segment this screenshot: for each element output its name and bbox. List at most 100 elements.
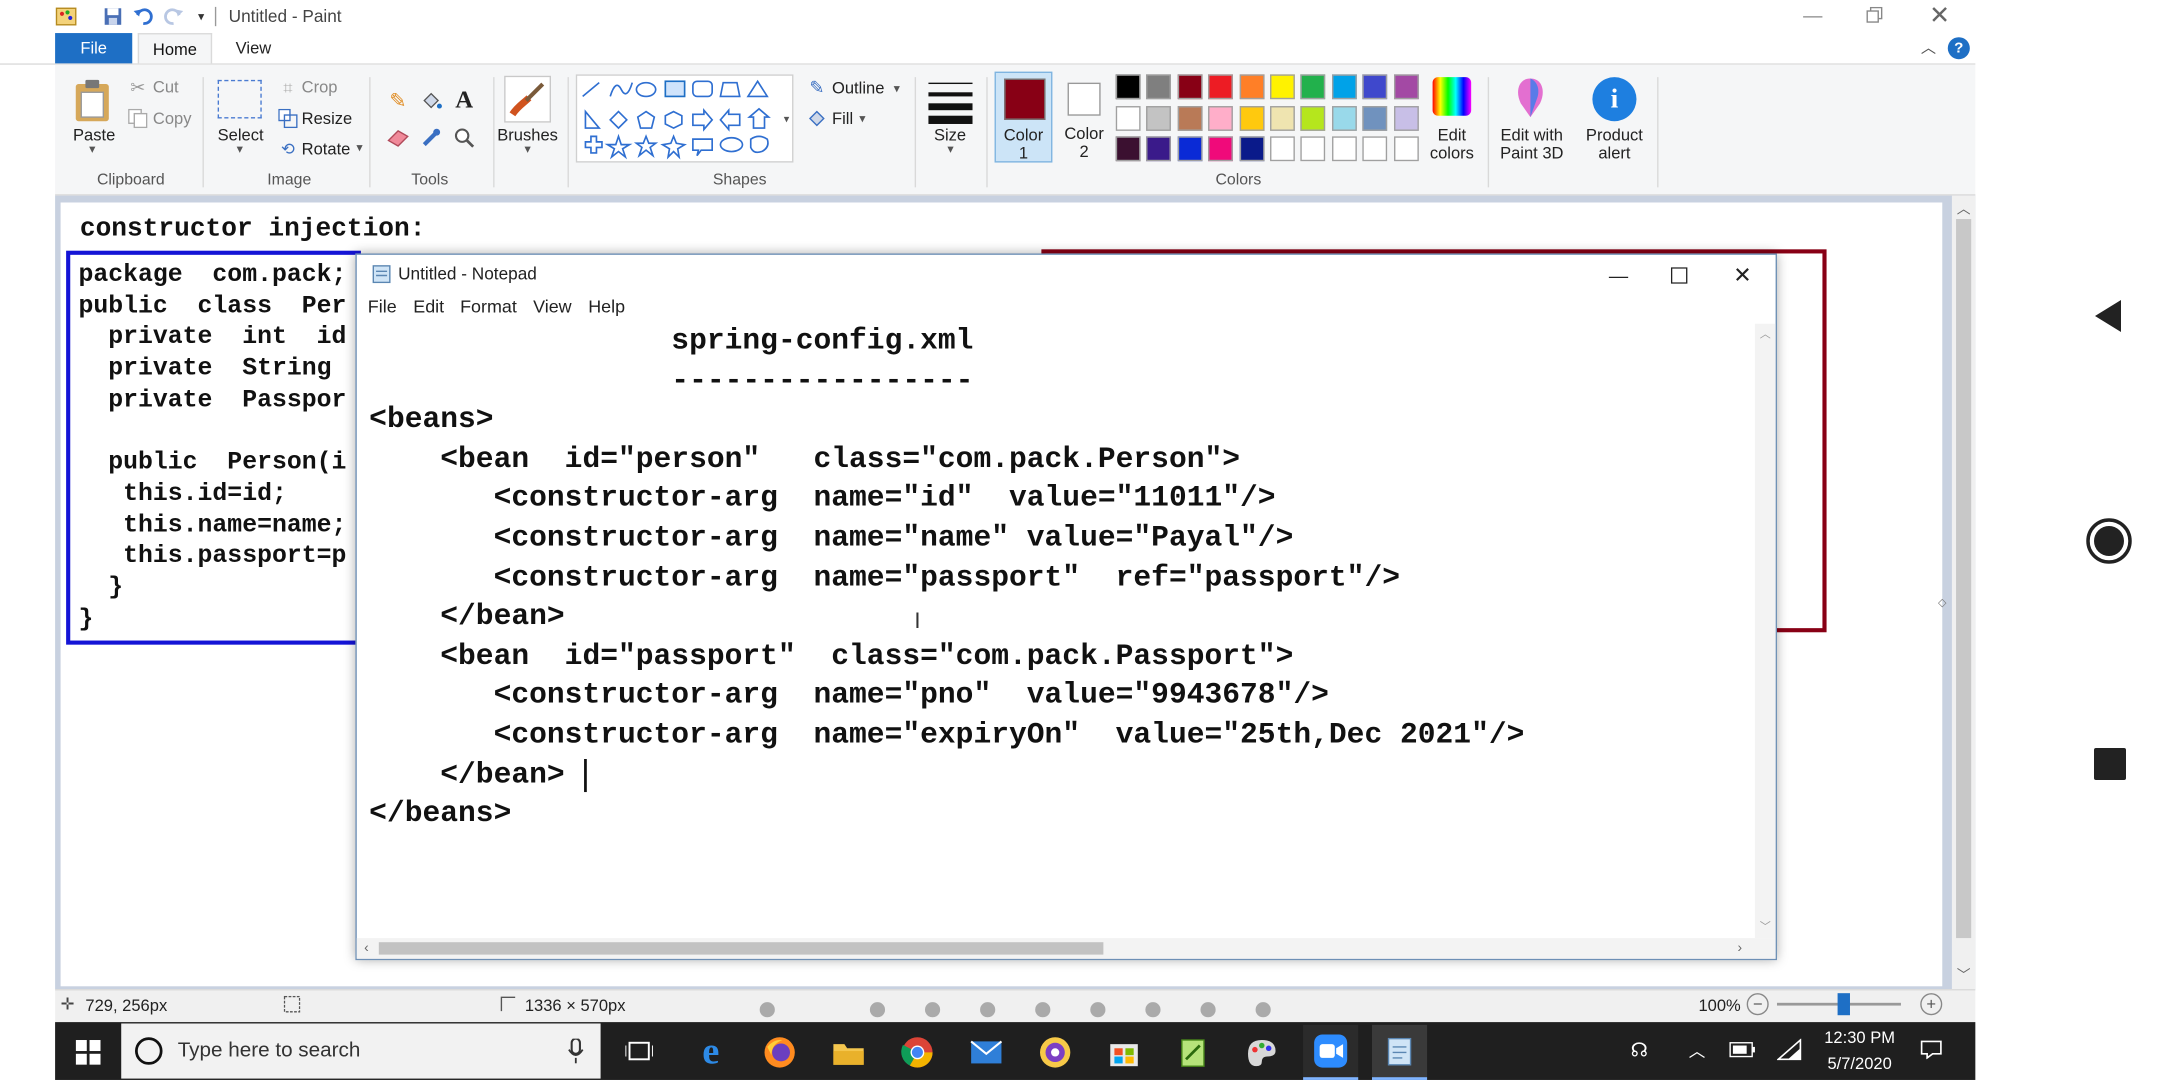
palette-swatch[interactable]	[1239, 136, 1264, 162]
wifi-icon[interactable]	[1774, 1036, 1804, 1064]
paste-dropdown-icon[interactable]: ▾	[83, 141, 102, 156]
windows-start-icon[interactable]	[61, 1025, 116, 1080]
resize-button[interactable]: Resize	[302, 109, 353, 128]
clock-time[interactable]: 12:30 PM	[1816, 1028, 1904, 1047]
fill-dropdown-icon[interactable]: ▾	[855, 111, 869, 126]
notepad-plus-icon[interactable]	[1165, 1025, 1220, 1080]
product-alert-line2[interactable]: alert	[1577, 143, 1651, 162]
shapes-gallery[interactable]	[575, 74, 794, 163]
edit-with-paint3d-line1[interactable]: Edit with	[1493, 125, 1570, 144]
recents-nav-icon[interactable]	[2092, 746, 2128, 782]
notepad-close-icon[interactable]: ✕	[1712, 258, 1773, 294]
np-scroll-right-icon[interactable]: ›	[1730, 938, 1749, 959]
notepad-vertical-scrollbar[interactable]: ︿ ﹀	[1754, 323, 1776, 939]
redo-icon[interactable]	[163, 6, 185, 28]
rotate-icon[interactable]: ⟲	[277, 138, 299, 160]
palette-swatch[interactable]	[1362, 136, 1388, 162]
scroll-up-icon[interactable]: ︿	[1952, 196, 1975, 219]
zoom-slider-thumb[interactable]	[1837, 993, 1850, 1016]
product-alert-icon[interactable]: i	[1592, 77, 1637, 122]
outline-button[interactable]: Outline	[832, 79, 884, 98]
notepad-menu-view[interactable]: View	[533, 296, 572, 317]
brushes-icon[interactable]	[504, 75, 551, 123]
palette-swatch[interactable]	[1177, 74, 1203, 100]
canvas-resize-handle[interactable]: ◇	[1937, 596, 1948, 608]
size-icon[interactable]	[926, 77, 976, 124]
file-explorer-icon[interactable]	[821, 1025, 876, 1080]
close-icon[interactable]: ✕	[1912, 0, 1967, 30]
taskbar-search-box[interactable]: Type here to search	[121, 1023, 601, 1079]
notepad-maximize-icon[interactable]	[1649, 258, 1710, 294]
brushes-dropdown-icon[interactable]: ▾	[518, 141, 537, 156]
notepad-horizontal-scrollbar[interactable]: ‹ ›	[356, 938, 1776, 959]
paint-app-icon[interactable]	[55, 6, 77, 28]
edit-colors-icon[interactable]	[1432, 77, 1472, 116]
paint-taskbar-icon[interactable]	[1234, 1025, 1289, 1080]
palette-swatch[interactable]	[1393, 136, 1419, 162]
palette-swatch[interactable]	[1300, 136, 1326, 162]
notepad-minimize-icon[interactable]: —	[1588, 258, 1649, 294]
battery-icon[interactable]	[1727, 1036, 1757, 1064]
view-tab[interactable]: View	[220, 33, 286, 63]
palette-swatch[interactable]	[1177, 136, 1203, 162]
fill-bucket-icon[interactable]	[419, 88, 444, 113]
edit-with-paint3d-line2[interactable]: Paint 3D	[1493, 143, 1570, 162]
chrome-icon[interactable]	[890, 1025, 945, 1080]
palette-swatch[interactable]	[1208, 136, 1234, 162]
np-hscroll-thumb[interactable]	[378, 942, 1104, 955]
cut-icon[interactable]: ✂	[127, 77, 149, 99]
zoom-in-icon[interactable]: +	[1920, 993, 1943, 1016]
notepad-menu-help[interactable]: Help	[588, 296, 625, 317]
notepad-menu-format[interactable]: Format	[460, 296, 517, 317]
palette-swatch[interactable]	[1208, 105, 1234, 131]
paint-3d-icon[interactable]	[1510, 74, 1551, 121]
palette-swatch[interactable]	[1239, 105, 1264, 131]
zoom-out-icon[interactable]: −	[1746, 993, 1769, 1016]
palette-swatch[interactable]	[1177, 105, 1203, 131]
edit-colors-label-line2[interactable]: colors	[1427, 143, 1477, 162]
crop-icon[interactable]: ⌗	[277, 77, 299, 99]
color1-button[interactable]: Color 1	[994, 71, 1053, 163]
product-alert-line1[interactable]: Product	[1577, 125, 1651, 144]
zoom-app-icon[interactable]	[1303, 1024, 1359, 1080]
palette-swatch[interactable]	[1300, 105, 1326, 131]
mail-icon[interactable]	[959, 1025, 1014, 1080]
fill-button[interactable]: Fill	[832, 109, 853, 128]
color-picker-icon[interactable]	[419, 125, 444, 150]
palette-swatch[interactable]	[1146, 74, 1172, 100]
magnifier-icon[interactable]	[452, 125, 477, 150]
palette-swatch[interactable]	[1331, 74, 1357, 100]
palette-swatch[interactable]	[1393, 74, 1419, 100]
size-dropdown-icon[interactable]: ▾	[941, 141, 960, 156]
palette-swatch[interactable]	[1331, 136, 1357, 162]
palette-swatch[interactable]	[1270, 74, 1295, 100]
palette-swatch[interactable]	[1362, 74, 1388, 100]
notepad-icon[interactable]	[371, 263, 393, 285]
select-dropdown-icon[interactable]: ▾	[230, 141, 249, 156]
notepad-menu-edit[interactable]: Edit	[413, 296, 444, 317]
media-app-icon[interactable]	[1028, 1025, 1083, 1080]
palette-swatch[interactable]	[1300, 74, 1326, 100]
pencil-icon[interactable]: ✎	[386, 88, 411, 113]
np-scroll-down-icon[interactable]: ﹀	[1755, 916, 1776, 935]
eraser-icon[interactable]	[386, 125, 411, 150]
color2-button[interactable]: Color 2	[1057, 72, 1112, 163]
text-tool-icon[interactable]: A	[452, 85, 477, 113]
select-icon[interactable]	[217, 79, 262, 119]
palette-swatch[interactable]	[1115, 105, 1141, 131]
home-nav-icon[interactable]	[2084, 516, 2134, 566]
palette-swatch[interactable]	[1115, 74, 1141, 100]
resize-icon[interactable]	[277, 107, 299, 129]
action-center-icon[interactable]	[1917, 1036, 1945, 1064]
canvas-vertical-scrollbar[interactable]: ︿ ﹀	[1951, 195, 1976, 990]
palette-swatch[interactable]	[1270, 136, 1295, 162]
clock-date[interactable]: 5/7/2020	[1816, 1054, 1904, 1073]
cut-button[interactable]: Cut	[153, 77, 179, 96]
shapes-scroll-down-icon[interactable]: ▾	[780, 110, 794, 127]
show-hidden-icons-icon[interactable]: ︿	[1683, 1036, 1711, 1064]
firefox-icon[interactable]	[752, 1025, 807, 1080]
notepad-menu-file[interactable]: File	[368, 296, 397, 317]
copy-button[interactable]: Copy	[153, 109, 192, 128]
store-icon[interactable]	[1096, 1025, 1151, 1080]
notepad-taskbar-icon[interactable]	[1371, 1024, 1428, 1080]
